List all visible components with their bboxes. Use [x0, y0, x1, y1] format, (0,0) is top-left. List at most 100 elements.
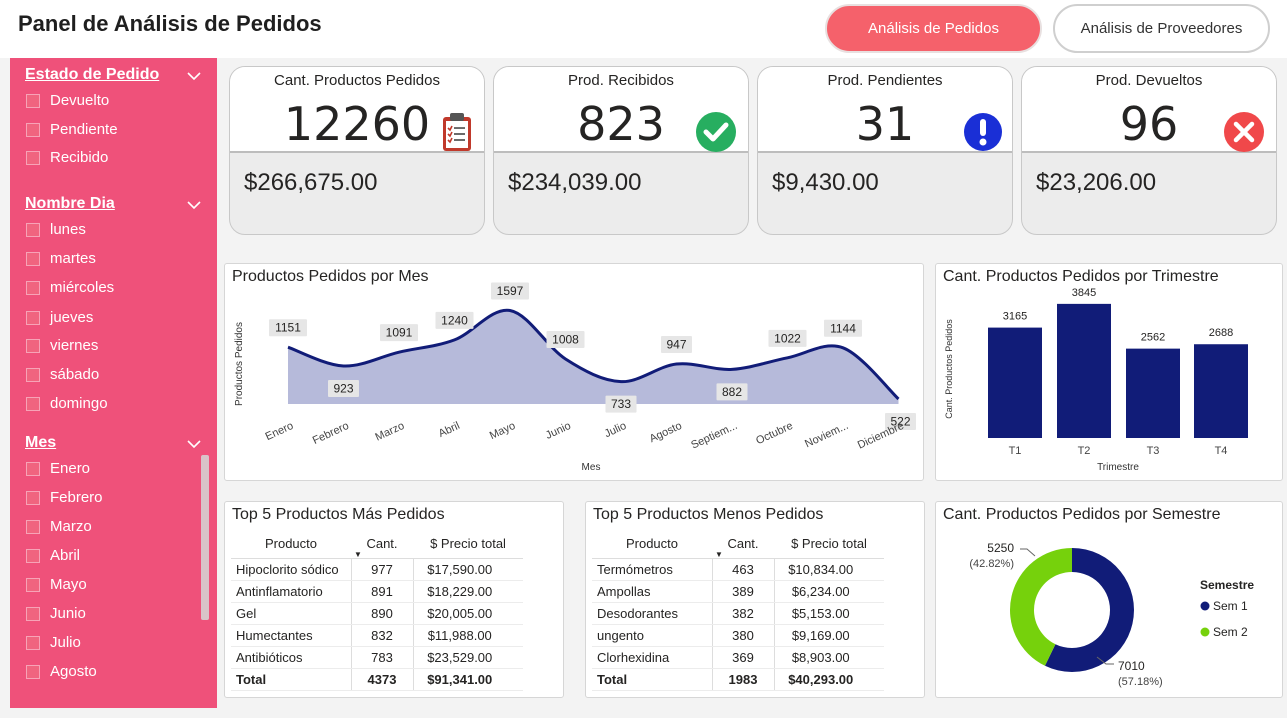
filter-option-dia[interactable]: miércoles	[26, 279, 114, 296]
data-label: 1008	[552, 332, 579, 346]
filter-option-label: Abril	[50, 547, 81, 564]
data-label: 1022	[774, 331, 801, 345]
x-tick-label: Septiem...	[689, 420, 739, 452]
checkbox[interactable]	[26, 338, 40, 353]
filter-option-mes[interactable]: Agosto	[26, 663, 97, 680]
table-cell: Antibióticos	[231, 646, 351, 669]
chevron-down-icon[interactable]	[187, 198, 201, 212]
tab-analisis-pedidos[interactable]: Análisis de Pedidos	[825, 4, 1042, 53]
table-cell: 382	[711, 602, 774, 625]
kpi-card: Prod. Devueltos 96 $23,206.00	[1021, 66, 1277, 235]
table-row[interactable]: Hipoclorito sódico 977 $17,590.00	[231, 558, 523, 581]
kpi-card: Cant. Productos Pedidos 12260 $266,675.00	[229, 66, 485, 235]
checkbox[interactable]	[26, 222, 40, 237]
table-row[interactable]: ungento 380 $9,169.00	[592, 624, 884, 647]
filter-option-mes[interactable]: Febrero	[26, 489, 103, 506]
table-row[interactable]: Gel 890 $20,005.00	[231, 602, 523, 625]
table-total-cell: 1983	[711, 667, 774, 691]
table-row[interactable]: Humectantes 832 $11,988.00	[231, 624, 523, 647]
table-cell: 380	[711, 624, 774, 647]
filter-option-label: sábado	[50, 366, 100, 383]
checkbox[interactable]	[26, 93, 40, 108]
filter-option-mes[interactable]: Mayo	[26, 576, 87, 593]
checkbox[interactable]	[26, 122, 40, 137]
x-tick-label: T1	[1009, 445, 1022, 457]
data-label: 1240	[441, 313, 468, 327]
column-header[interactable]: Cant. ▼	[351, 530, 413, 559]
data-label: 1144	[830, 321, 856, 335]
filter-option-mes[interactable]: Julio	[26, 634, 81, 651]
quarter-chart-panel: Cant. Productos Pedidos por Trimestre 31…	[935, 263, 1283, 481]
checkbox[interactable]	[26, 396, 40, 411]
checkbox[interactable]	[26, 461, 40, 476]
filter-option-mes[interactable]: Enero	[26, 460, 90, 477]
x-tick-label: Marzo	[373, 420, 406, 444]
checkbox[interactable]	[26, 310, 40, 325]
table-row[interactable]: Termómetros 463 $10,834.00	[592, 558, 884, 581]
leader-line	[1020, 548, 1036, 557]
semester-chart-panel: Cant. Productos Pedidos por Semestre 701…	[935, 501, 1283, 698]
table-cell: 463	[711, 558, 774, 581]
slice-percent-label: (57.18%)	[1118, 676, 1163, 688]
x-tick-label: Noviem...	[803, 420, 850, 451]
checkbox[interactable]	[26, 664, 40, 679]
chevron-down-icon[interactable]	[187, 437, 201, 451]
tab-analisis-proveedores[interactable]: Análisis de Proveedores	[1053, 4, 1270, 53]
filter-title-estado: Estado de Pedido	[25, 66, 160, 83]
x-tick-label: Mayo	[488, 420, 517, 442]
checkbox[interactable]	[26, 490, 40, 505]
column-header[interactable]: $ Precio total	[774, 530, 884, 559]
filter-option-dia[interactable]: lunes	[26, 221, 86, 238]
filter-option-mes[interactable]: Marzo	[26, 518, 92, 535]
kpi-card-header: Prod. Pendientes 31	[758, 67, 1012, 153]
column-header-label: $ Precio total	[791, 536, 867, 552]
column-header-label: Cant.	[727, 536, 759, 552]
table-row[interactable]: Desodorantes 382 $5,153.00	[592, 602, 884, 625]
filter-option-estado[interactable]: Pendiente	[26, 121, 118, 138]
checkbox[interactable]	[26, 577, 40, 592]
filter-sidebar: Estado de Pedido Devuelto Pendiente Recibid…	[10, 58, 217, 708]
kpi-label: Cant. Productos Pedidos	[274, 72, 440, 89]
filter-option-dia[interactable]: jueves	[26, 309, 93, 326]
x-tick-label: Octubre	[754, 420, 795, 447]
sidebar-scrollbar[interactable]	[201, 455, 209, 620]
filter-option-dia[interactable]: sábado	[26, 366, 99, 383]
checkbox[interactable]	[26, 280, 40, 295]
column-header[interactable]: $ Precio total	[413, 530, 523, 559]
checkbox[interactable]	[26, 635, 40, 650]
filter-option-mes[interactable]: Abril	[26, 547, 80, 564]
checkbox[interactable]	[26, 548, 40, 563]
kpi-amount: $234,039.00	[508, 169, 642, 196]
table-cell: 369	[711, 646, 774, 669]
table-cell: 832	[350, 624, 413, 647]
table-row[interactable]: Antinflamatorio 891 $18,229.00	[231, 580, 523, 603]
filter-option-label: Enero	[50, 460, 91, 477]
clipboard-icon	[436, 111, 478, 153]
checkbox[interactable]	[26, 519, 40, 534]
filter-option-estado[interactable]: Recibido	[26, 149, 108, 166]
table-row[interactable]: Antibióticos 783 $23,529.00	[231, 646, 523, 669]
column-header[interactable]: Producto	[592, 530, 712, 559]
bar-value-label: 3165	[1003, 311, 1027, 323]
table-row[interactable]: Ampollas 389 $6,234.00	[592, 580, 884, 603]
filter-option-dia[interactable]: viernes	[26, 337, 98, 354]
legend-marker	[1200, 601, 1210, 611]
column-header[interactable]: Producto	[231, 530, 351, 559]
column-header[interactable]: Cant. ▼	[712, 530, 774, 559]
legend-marker	[1200, 627, 1210, 637]
checkbox[interactable]	[26, 251, 40, 266]
filter-option-label: Devuelto	[50, 92, 110, 109]
checkbox[interactable]	[26, 606, 40, 621]
filter-option-estado[interactable]: Devuelto	[26, 92, 109, 109]
y-axis-label: Cant. Productos Pedidos	[944, 319, 954, 419]
table-row[interactable]: Clorhexidina 369 $8,903.00	[592, 646, 884, 669]
table-total-cell: Total	[231, 667, 351, 691]
filter-option-mes[interactable]: Junio	[26, 605, 86, 622]
chevron-down-icon[interactable]	[187, 69, 201, 83]
column-header-label: Producto	[625, 536, 679, 552]
checkbox[interactable]	[26, 150, 40, 165]
checkbox[interactable]	[26, 367, 40, 382]
bar	[988, 327, 1042, 438]
filter-option-dia[interactable]: domingo	[26, 395, 108, 412]
filter-option-dia[interactable]: martes	[26, 250, 96, 267]
